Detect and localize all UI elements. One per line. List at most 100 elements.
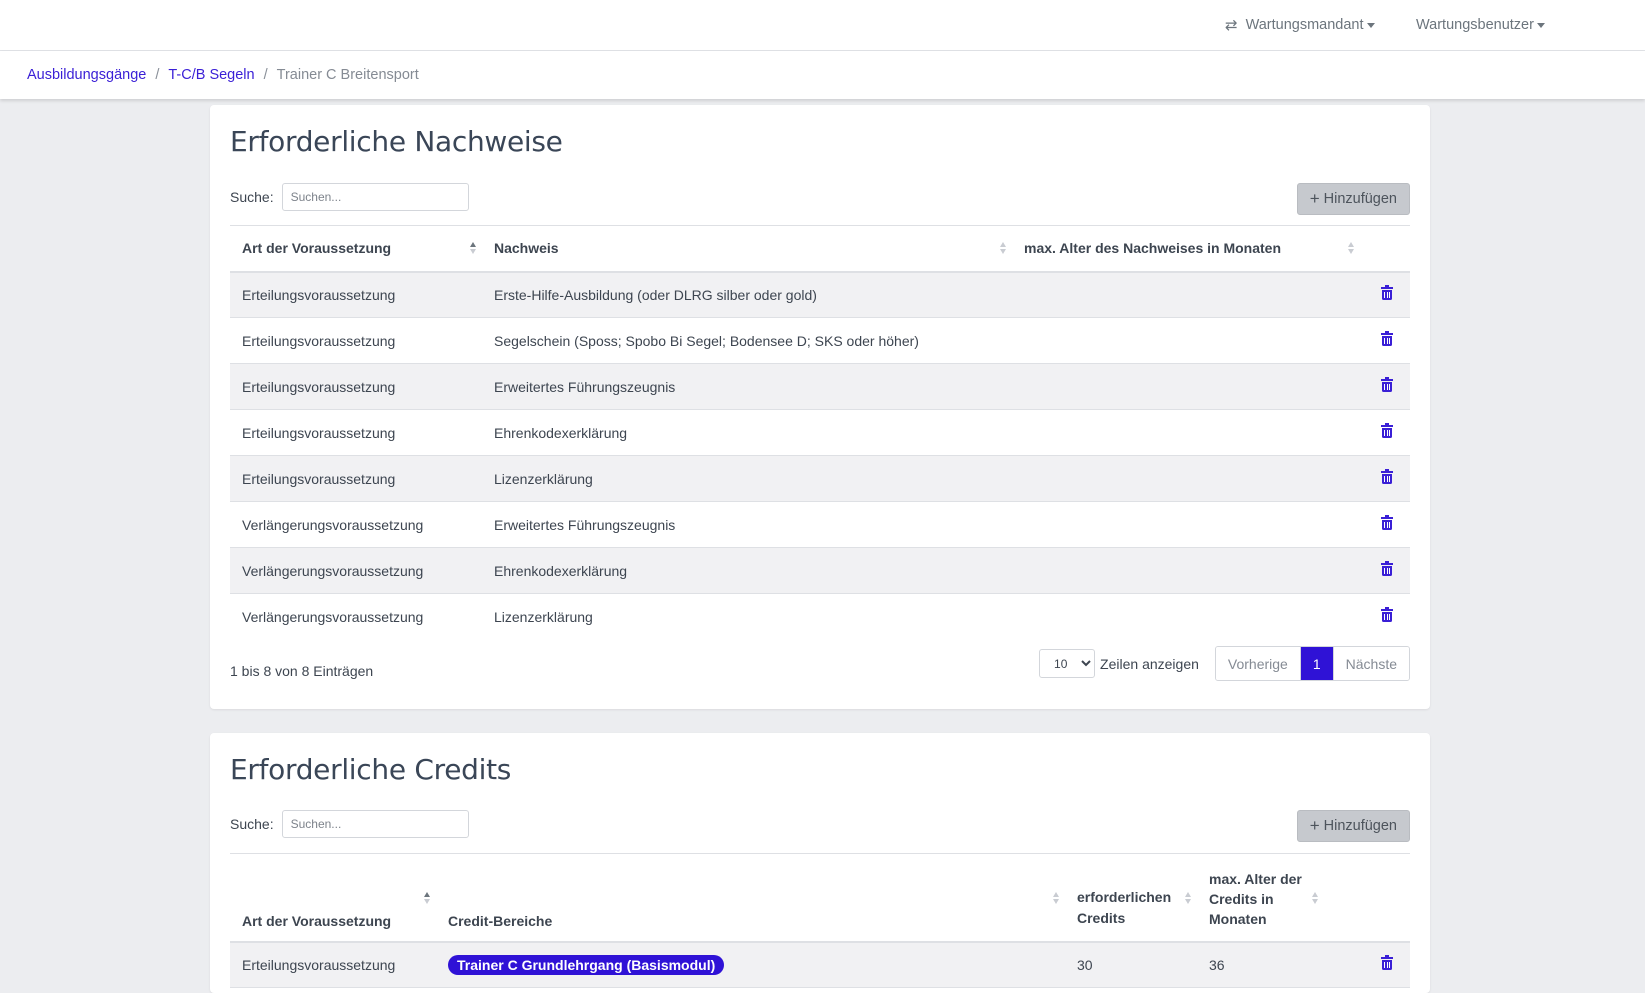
cell-credits: 30 xyxy=(1065,941,1197,988)
credit-bereich-badge: Trainer C Grundlehrgang (Basismodul) xyxy=(448,954,725,975)
credits-title: Erforderliche Credits xyxy=(230,753,512,786)
cell-actions xyxy=(1324,941,1410,988)
cell-alter xyxy=(1012,363,1360,410)
table-row: Erteilungsvoraussetzung Ehrenkodexerklär… xyxy=(230,409,1410,456)
pagination-controls: 10 Zeilen anzeigen Vorherige 1 Nächste xyxy=(1039,646,1410,681)
trash-icon[interactable] xyxy=(1381,607,1393,623)
cell-nachweis: Erweitertes Führungszeugnis xyxy=(482,501,1012,548)
credits-search-input[interactable] xyxy=(281,810,469,838)
next-page-button[interactable]: Nächste xyxy=(1332,647,1409,680)
nachweise-title: Erforderliche Nachweise xyxy=(230,125,563,158)
cell-actions xyxy=(1360,271,1410,318)
cell-actions xyxy=(1360,547,1410,594)
column-header-label: Art der Voraussetzung xyxy=(242,240,392,257)
trash-icon[interactable] xyxy=(1381,469,1393,484)
cell-alter xyxy=(1012,594,1360,640)
cell-art: Erteilungsvoraussetzung xyxy=(230,409,482,456)
trash-icon[interactable] xyxy=(1381,285,1393,301)
top-navbar: ⇄ Wartungsmandant Wartungsbenutzer xyxy=(0,0,1645,51)
cell-nachweis: Segelschein (Sposs; Spobo Bi Segel; Bode… xyxy=(482,317,1012,364)
trash-icon[interactable] xyxy=(1381,955,1393,971)
cell-nachweis: Ehrenkodexerklärung xyxy=(482,409,1012,456)
breadcrumb-link-ausbildungsgaenge[interactable]: Ausbildungsgänge xyxy=(27,67,146,83)
column-header-credits[interactable]: erforderlichen Credits xyxy=(1065,853,1197,943)
column-header-label: erforderlichen Credits xyxy=(1077,888,1172,926)
nachweise-search: Suche: xyxy=(230,183,469,211)
table-row: Erteilungsvoraussetzung Erste-Hilfe-Ausb… xyxy=(230,271,1410,318)
sort-icon xyxy=(424,892,430,904)
cell-nachweis: Lizenzerklärung xyxy=(482,455,1012,502)
cell-nachweis: Erste-Hilfe-Ausbildung (oder DLRG silber… xyxy=(482,271,1012,318)
tenant-label: Wartungsmandant xyxy=(1245,17,1364,33)
page-button-1[interactable]: 1 xyxy=(1300,647,1333,680)
cell-art: Verlängerungsvoraussetzung xyxy=(242,608,424,625)
sort-icon xyxy=(1185,892,1191,904)
table-row: Verlängerungsvoraussetzung Lizenzerkläru… xyxy=(230,594,1410,640)
trash-icon[interactable] xyxy=(1381,515,1393,530)
credits-card: Erforderliche Credits Suche: + Hinzufüge… xyxy=(210,733,1430,993)
column-header-credit-bereiche[interactable]: Credit-Bereiche xyxy=(436,853,1065,943)
table-row: Erteilungsvoraussetzung Erweitertes Führ… xyxy=(230,363,1410,410)
nachweise-add-button[interactable]: + Hinzufügen xyxy=(1296,183,1410,215)
cell-actions xyxy=(1360,409,1410,456)
trash-icon[interactable] xyxy=(1381,561,1393,576)
plus-icon: + xyxy=(1309,189,1320,208)
trash-icon[interactable] xyxy=(1381,331,1393,346)
trash-icon[interactable] xyxy=(1381,377,1393,392)
column-header-max-alter[interactable]: max. Alter der Credits in Monaten xyxy=(1197,853,1324,943)
table-row: Erteilungsvoraussetzung Trainer C Grundl… xyxy=(230,941,1410,988)
cell-alter xyxy=(1012,547,1360,594)
column-header-art[interactable]: Art der Voraussetzung xyxy=(230,225,482,273)
page-size-select[interactable]: 10 xyxy=(1039,649,1096,678)
sort-icon xyxy=(1312,892,1318,904)
table-row: Verlängerungsvoraussetzung Erweitertes F… xyxy=(230,501,1410,548)
cell-alter xyxy=(1012,409,1360,456)
search-label: Suche: xyxy=(230,189,274,205)
nachweise-card: Erforderliche Nachweise Suche: + Hinzufü… xyxy=(210,105,1430,709)
user-dropdown[interactable]: Wartungsbenutzer xyxy=(1416,0,1545,50)
credits-table: Art der Voraussetzung Credit-Bereiche er… xyxy=(230,853,1410,988)
rows-label: Zeilen anzeigen xyxy=(1100,655,1199,672)
tenant-dropdown[interactable]: ⇄ Wartungsmandant xyxy=(1225,0,1375,50)
cell-art: Erteilungsvoraussetzung xyxy=(230,363,482,410)
user-label: Wartungsbenutzer xyxy=(1416,17,1534,33)
column-header-actions xyxy=(1324,853,1410,943)
cell-actions xyxy=(1360,363,1410,410)
sort-icon xyxy=(470,242,476,255)
breadcrumb-link-tcb-segeln[interactable]: T-C/B Segeln xyxy=(168,67,254,83)
previous-page-button[interactable]: Vorherige xyxy=(1215,647,1301,680)
cell-alter xyxy=(1012,455,1360,502)
table-row: Verlängerungsvoraussetzung Ehrenkodexerk… xyxy=(230,547,1410,594)
nachweise-search-input[interactable] xyxy=(281,183,469,211)
cell-nachweis: Ehrenkodexerklärung xyxy=(482,547,1012,594)
cell-alter xyxy=(1012,501,1360,548)
cell-actions xyxy=(1360,455,1410,502)
column-header-label: Nachweis xyxy=(494,240,559,257)
sort-icon xyxy=(1000,242,1006,255)
cell-art: Erteilungsvoraussetzung xyxy=(230,317,482,364)
cell-art: Erteilungsvoraussetzung xyxy=(230,941,436,988)
plus-icon: + xyxy=(1309,816,1320,835)
pagination: Vorherige 1 Nächste xyxy=(1214,646,1410,681)
cell-art: Erteilungsvoraussetzung xyxy=(230,455,482,502)
cell-alter: 36 xyxy=(1197,941,1324,988)
table-info: 1 bis 8 von 8 Einträgen xyxy=(230,663,374,679)
cell-nachweis: Lizenzerklärung xyxy=(494,608,593,625)
column-header-label: Art der Voraussetzung xyxy=(242,912,392,929)
column-header-label: max. Alter des Nachweises in Monaten xyxy=(1024,240,1282,257)
trash-icon[interactable] xyxy=(1381,423,1393,438)
cell-credit-bereich: Trainer C Grundlehrgang (Basismodul) xyxy=(436,941,1065,988)
cell-actions xyxy=(1360,317,1410,364)
chevron-down-icon xyxy=(1366,22,1375,28)
cell-nachweis: Erweitertes Führungszeugnis xyxy=(482,363,1012,410)
add-button-label: Hinzufügen xyxy=(1323,818,1397,834)
column-header-art[interactable]: Art der Voraussetzung xyxy=(230,853,436,943)
cell-art: Verlängerungsvoraussetzung xyxy=(230,547,482,594)
column-header-max-alter[interactable]: max. Alter des Nachweises in Monaten xyxy=(1012,225,1360,273)
credits-add-button[interactable]: + Hinzufügen xyxy=(1296,810,1410,842)
search-label: Suche: xyxy=(230,816,274,832)
column-header-nachweis[interactable]: Nachweis xyxy=(482,225,1012,273)
sort-icon xyxy=(1053,892,1059,904)
swap-icon: ⇄ xyxy=(1225,17,1238,34)
cell-art: Verlängerungsvoraussetzung xyxy=(230,501,482,548)
